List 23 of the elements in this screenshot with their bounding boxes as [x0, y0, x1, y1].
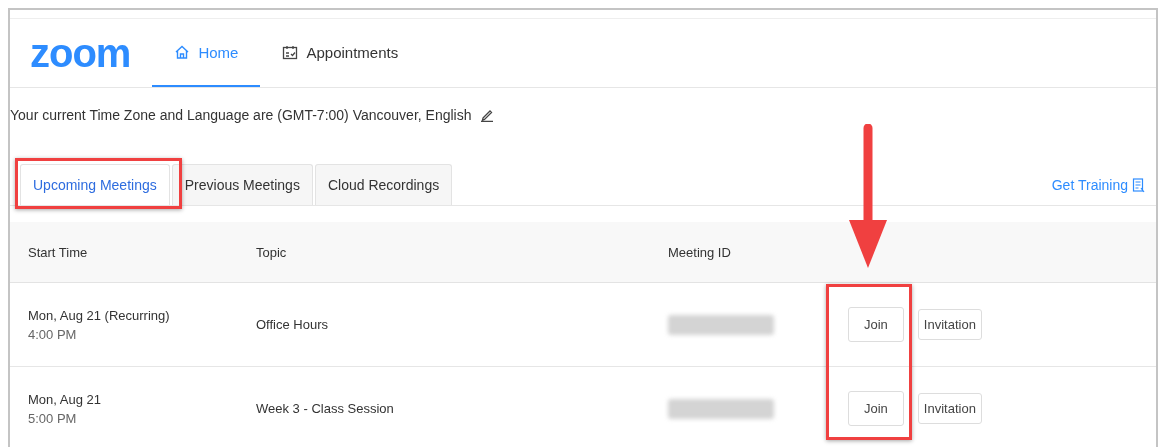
join-button[interactable]: Join	[848, 391, 904, 426]
join-button[interactable]: Join	[848, 307, 904, 342]
meeting-date: Mon, Aug 21 (Recurring)	[28, 307, 171, 323]
edit-pencil-icon[interactable]	[479, 108, 494, 122]
invitation-button[interactable]: Invitation	[917, 393, 982, 424]
meetings-tab[interactable]: Previous Meetings	[171, 164, 313, 205]
document-icon	[1132, 177, 1146, 193]
meeting-time: 4:00 PM	[28, 326, 78, 342]
column-header: Start Time	[28, 244, 89, 260]
meetings-tab[interactable]: Cloud Recordings	[314, 164, 453, 205]
meetings-tab[interactable]: Upcoming Meetings	[20, 164, 170, 205]
meeting-topic: Office Hours	[256, 317, 329, 332]
timezone-notice: Your current Time Zone and Language are (GMT-7:00) Vancouver, English	[10, 107, 472, 123]
meeting-topic: Week 3 - Class Session	[256, 401, 395, 416]
meeting-time: 5:00 PM	[28, 410, 78, 426]
nav-tab[interactable]: Appointments	[260, 19, 421, 87]
invitation-button[interactable]: Invitation	[917, 309, 982, 340]
zoom-logo: zoom	[29, 29, 132, 77]
column-header: Topic	[256, 244, 288, 260]
meeting-date: Mon, Aug 21	[28, 391, 102, 407]
home-icon	[174, 44, 191, 60]
column-header: Meeting ID	[668, 244, 732, 260]
calendar-icon	[282, 44, 299, 60]
